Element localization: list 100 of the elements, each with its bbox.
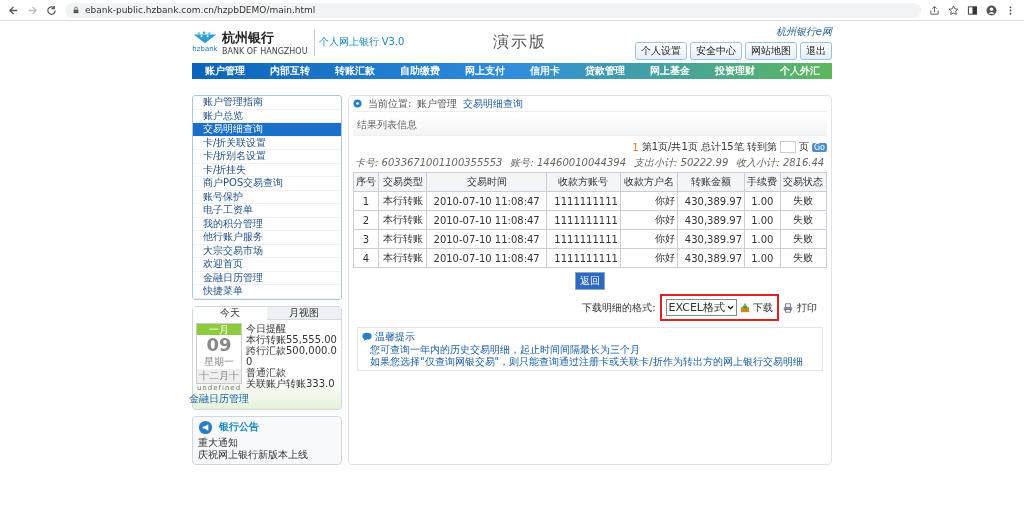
address-bar[interactable]: ebank-public.hzbank.com.cn/hzpbDEMO/main.html: [65, 2, 921, 18]
sidebar-item[interactable]: 金融日历管理: [193, 271, 341, 285]
column-header: 交易状态: [780, 172, 827, 192]
table-cell: 430,389.97: [677, 210, 745, 230]
table-cell: 你好: [620, 229, 678, 249]
table-cell: 你好: [620, 191, 678, 211]
reminder-text: 今日提醒: [246, 322, 286, 334]
product-name: 个人网上银行 V3.0: [318, 35, 405, 49]
header-button[interactable]: 个人设置: [635, 41, 687, 60]
announcement-link[interactable]: 庆祝网上银行新版本上线: [198, 448, 336, 461]
table-cell: 本行转账: [378, 210, 427, 230]
share-icon[interactable]: [929, 4, 940, 16]
header-button[interactable]: 退出: [800, 41, 832, 60]
calendar-link[interactable]: 金融日历管理: [189, 391, 249, 406]
table-cell: 2010-07-10 11:08:47: [426, 191, 547, 211]
summary-text: 支出小计: 50222.99: [634, 156, 729, 170]
table-cell: 本行转账: [378, 191, 427, 211]
bank-name: 杭州银行: [222, 28, 275, 47]
day-number: 09: [206, 334, 232, 355]
column-header: 交易时间: [426, 172, 547, 192]
print-link[interactable]: 打印: [797, 300, 817, 315]
reload-icon[interactable]: [46, 4, 57, 16]
format-label: 下载明细的格式:: [582, 300, 656, 315]
table-cell: 2: [353, 210, 379, 230]
table-cell: 失败: [780, 210, 827, 230]
column-header: 交易类型: [378, 172, 427, 192]
tip-text: 如果您选择"仅查询网银交易"，则只能查询通过注册卡或关联卡/折作为转出方的网上银行交易明细: [369, 356, 804, 368]
page-input[interactable]: [779, 141, 796, 153]
tip-text: 您可查询一年内的历史交易明细，起止时间间隔最长为三个月: [369, 344, 641, 356]
demo-label: 演示版: [492, 31, 547, 53]
back-button[interactable]: 返回: [575, 272, 605, 290]
logo-icon: [192, 31, 218, 45]
nav-item[interactable]: 内部互转: [269, 64, 310, 78]
page-summary: 第1页/共1页 总计15笔 转到第: [641, 140, 777, 154]
nav-item[interactable]: 网上支付: [464, 64, 505, 78]
month-label: 一月: [197, 323, 241, 335]
slogan: 杭州银行e网: [775, 24, 832, 39]
table-cell: 你好: [620, 210, 678, 230]
back-icon[interactable]: [8, 4, 19, 16]
format-select[interactable]: EXCEL格式: [665, 299, 737, 316]
table-cell: 1.00: [744, 210, 781, 230]
table-cell: 失败: [780, 191, 827, 211]
announcement-link[interactable]: 重大通知: [198, 436, 336, 449]
sidebar-item[interactable]: 快捷菜单: [193, 285, 341, 299]
weekday-label: 星期一: [204, 354, 234, 369]
table-cell: 430,389.97: [677, 248, 745, 268]
nav-item[interactable]: 自助缴费: [399, 64, 440, 78]
header-button[interactable]: 网站地图: [745, 41, 797, 60]
download-icon[interactable]: [740, 302, 750, 313]
table-cell: 1111111111: [546, 248, 621, 268]
nav-item[interactable]: 转账汇款: [334, 64, 375, 78]
tips-title: 温馨提示: [375, 330, 415, 344]
sidebar-icon[interactable]: [967, 4, 978, 16]
sidebar-item[interactable]: 卡/折别名设置: [193, 150, 341, 164]
sidebar-item[interactable]: 账号保护: [193, 190, 341, 204]
summary-text: 账号: 14460010044394: [510, 156, 627, 170]
table-cell: 1.00: [744, 229, 781, 249]
table-cell: 失败: [780, 229, 827, 249]
table-cell: 1.00: [744, 191, 781, 211]
table-cell: 本行转账: [378, 229, 427, 249]
sidebar-item[interactable]: 商户POS交易查询: [193, 177, 341, 191]
calendar-tab[interactable]: 月视图: [267, 306, 341, 320]
location-icon: [353, 99, 362, 108]
sidebar-item[interactable]: 他行账户服务: [193, 231, 341, 245]
megaphone-icon: [198, 419, 213, 435]
sidebar-item[interactable]: 电子工资单: [193, 204, 341, 218]
profile-icon[interactable]: [986, 4, 997, 16]
sidebar-item[interactable]: 账户管理指南: [193, 96, 341, 110]
table-cell: 1.00: [744, 248, 781, 268]
bank-name-english: BANK OF HANGZHOU: [222, 46, 308, 56]
column-header: 收款方户名: [620, 172, 678, 192]
table-cell: 1111111111: [546, 229, 621, 249]
sidebar-item[interactable]: 卡/折关联设置: [193, 136, 341, 150]
sidebar-item[interactable]: 欢迎首页: [193, 258, 341, 272]
breadcrumb-link[interactable]: 账户管理: [417, 96, 458, 111]
header-button[interactable]: 安全中心: [690, 41, 742, 60]
printer-icon[interactable]: [783, 302, 793, 313]
page-suffix: 页: [798, 140, 809, 154]
announcement-title: 银行公告: [219, 420, 259, 434]
breadcrumb-link[interactable]: 交易明细查询: [463, 96, 524, 111]
table-cell: 你好: [620, 248, 678, 268]
table-cell: 2010-07-10 11:08:47: [426, 248, 547, 268]
sidebar-item[interactable]: 卡/折挂失: [193, 163, 341, 177]
breadcrumb-label: 当前位置:: [368, 96, 412, 111]
table-cell: 1111111111: [546, 210, 621, 230]
sidebar-item[interactable]: 大宗交易市场: [193, 244, 341, 258]
table-cell: 3: [353, 229, 379, 249]
summary-text: 收入小计: 2816.44: [736, 156, 825, 170]
table-cell: 430,389.97: [677, 229, 745, 249]
star-icon[interactable]: [948, 4, 959, 16]
nav-item[interactable]: 账户管理: [204, 64, 245, 78]
sidebar-item[interactable]: 我的积分管理: [193, 217, 341, 231]
sidebar-item[interactable]: 交易明细查询: [193, 123, 341, 137]
column-header: 手续费: [744, 172, 781, 192]
table-cell: 本行转账: [378, 248, 427, 268]
table-cell: 1: [353, 191, 379, 211]
table-cell: 4: [353, 248, 379, 268]
download-link[interactable]: 下载: [753, 300, 773, 315]
caret-icon[interactable]: [727, 305, 734, 310]
reminder-text: 跨行汇款500,000.00: [246, 344, 338, 367]
